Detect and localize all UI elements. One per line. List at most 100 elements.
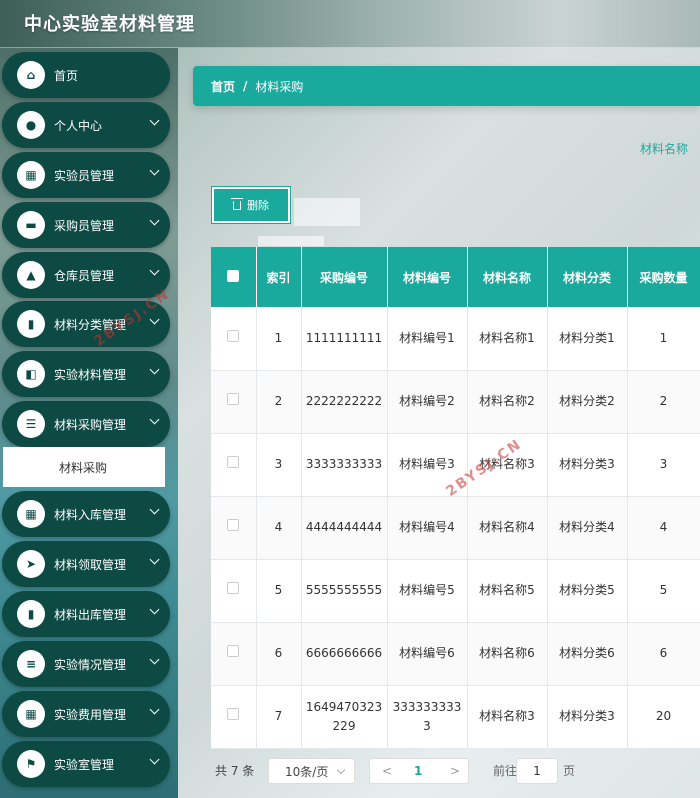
- header-select-all[interactable]: [211, 247, 257, 307]
- chevron-down-icon: [149, 704, 160, 715]
- table-cell: 材料名称4: [467, 496, 548, 560]
- breadcrumb-home[interactable]: 首页: [211, 78, 235, 95]
- header-material-category: 材料分类: [547, 247, 628, 307]
- header-purchase-qty: 采购数量: [627, 247, 700, 307]
- chevron-down-icon: [149, 754, 160, 765]
- row-select-cell[interactable]: [211, 622, 257, 686]
- chevron-down-icon: [149, 165, 160, 176]
- submenu-item-material-purchase[interactable]: 材料采购: [3, 447, 165, 487]
- row-checkbox[interactable]: [227, 393, 240, 405]
- sidebar-item-2[interactable]: ● 个人中心: [2, 102, 170, 148]
- table-cell: 6: [627, 622, 700, 686]
- table-row: 7 1649470323229 3333333333 材料名称3 材料分类3 20: [211, 685, 700, 749]
- page-nav: < 1 >: [369, 758, 469, 784]
- sidebar-item-13[interactable]: ▦ 实验费用管理: [2, 691, 170, 737]
- table-cell: 4: [627, 496, 700, 560]
- row-select-cell[interactable]: [211, 433, 257, 497]
- sidebar-item-4[interactable]: ▬ 采购员管理: [2, 202, 170, 248]
- goto-label: 前往: [493, 764, 518, 778]
- breadcrumb: 首页 / 材料采购: [193, 66, 700, 106]
- table-cell: 材料分类4: [547, 496, 628, 560]
- header-material-no: 材料编号: [387, 247, 468, 307]
- row-select-cell[interactable]: [211, 370, 257, 434]
- table-cell: 5: [627, 559, 700, 623]
- row-select-cell[interactable]: [211, 307, 257, 371]
- sidebar-item-label: 仓库员管理: [54, 268, 115, 283]
- sidebar-item-5[interactable]: ▲ 仓库员管理: [2, 252, 170, 298]
- table-cell: 材料分类3: [547, 433, 628, 497]
- select-all-checkbox[interactable]: [227, 269, 240, 282]
- table-header-row: 索引 采购编号 材料编号 材料名称 材料分类 采购数量: [211, 247, 700, 307]
- ghost-bar: [258, 236, 324, 246]
- sidebar-item-11[interactable]: ▮ 材料出库管理: [2, 591, 170, 637]
- chevron-down-icon: [149, 414, 160, 425]
- next-page-button[interactable]: >: [450, 764, 460, 778]
- table-cell: 材料名称6: [467, 622, 548, 686]
- goto-page-input[interactable]: 1: [516, 758, 558, 784]
- table-cell: 材料分类1: [547, 307, 628, 371]
- sidebar-item-label: 实验情况管理: [54, 657, 127, 672]
- top-header: 中心实验室材料管理: [0, 0, 700, 48]
- table-cell: 4444444444: [301, 496, 388, 560]
- row-checkbox[interactable]: [227, 708, 240, 720]
- table-cell: 材料名称3: [467, 685, 548, 749]
- row-checkbox[interactable]: [227, 456, 240, 468]
- table-cell: 5555555555: [301, 559, 388, 623]
- chevron-down-icon: [149, 364, 160, 375]
- chevron-down-icon: [149, 604, 160, 615]
- table-row: 6 6666666666 材料编号6 材料名称6 材料分类6 6: [211, 622, 700, 686]
- sidebar-item-8[interactable]: ☰ 材料采购管理: [2, 401, 170, 447]
- row-checkbox[interactable]: [227, 519, 240, 531]
- table-cell: 材料编号5: [387, 559, 468, 623]
- table-cell: 4: [256, 496, 302, 560]
- table-cell: 6666666666: [301, 622, 388, 686]
- table-body: 1 1111111111 材料编号1 材料名称1 材料分类1 1 2 2222222222 材料…: [211, 307, 700, 749]
- apps-icon: ▦: [17, 500, 45, 528]
- table-cell: 材料分类3: [547, 685, 628, 749]
- table-cell: 2: [627, 370, 700, 434]
- breadcrumb-separator: /: [243, 79, 248, 93]
- chevron-down-icon: [149, 115, 160, 126]
- table-cell: 7: [256, 685, 302, 749]
- row-checkbox[interactable]: [227, 582, 240, 594]
- table-cell: 材料编号2: [387, 370, 468, 434]
- row-select-cell[interactable]: [211, 559, 257, 623]
- chevron-down-icon: [149, 314, 160, 325]
- table-row: 2 2222222222 材料编号2 材料名称2 材料分类2 2: [211, 370, 700, 434]
- delete-button[interactable]: 删除: [211, 186, 291, 224]
- sidebar-item-3[interactable]: ▦ 实验员管理: [2, 152, 170, 198]
- row-checkbox[interactable]: [227, 329, 240, 342]
- table-cell: 材料编号6: [387, 622, 468, 686]
- sidebar-item-label: 材料领取管理: [54, 557, 127, 572]
- sliders-icon: ≡: [17, 650, 45, 678]
- home-icon: ⌂: [17, 61, 45, 89]
- table-cell: 材料分类6: [547, 622, 628, 686]
- total-count: 共 7 条: [215, 764, 255, 778]
- pagination: 共 7 条 10条/页 < 1 > 前往 1 页: [211, 746, 700, 798]
- sidebar-item-1[interactable]: ⌂ 首页: [2, 52, 170, 98]
- page-size-select[interactable]: 10条/页: [268, 758, 355, 784]
- sidebar-item-label: 个人中心: [54, 118, 103, 133]
- table-cell: 材料名称5: [467, 559, 548, 623]
- row-select-cell[interactable]: [211, 685, 257, 749]
- wallet-icon: ◧: [17, 360, 45, 388]
- page-word: 页: [563, 764, 576, 778]
- sidebar-item-7[interactable]: ◧ 实验材料管理: [2, 351, 170, 397]
- chevron-down-icon: [149, 654, 160, 665]
- row-select-cell[interactable]: [211, 496, 257, 560]
- sidebar-item-10[interactable]: ➤ 材料领取管理: [2, 541, 170, 587]
- current-page[interactable]: 1: [414, 764, 422, 778]
- table-cell: 6: [256, 622, 302, 686]
- chevron-down-icon: [149, 215, 160, 226]
- row-checkbox[interactable]: [227, 645, 240, 657]
- grid-icon: ▦: [17, 700, 45, 728]
- table-cell: 1: [256, 307, 302, 371]
- sidebar-item-label: 材料入库管理: [54, 507, 127, 522]
- sidebar-item-12[interactable]: ≡ 实验情况管理: [2, 641, 170, 687]
- sidebar-item-14[interactable]: ⚑ 实验室管理: [2, 741, 170, 787]
- prev-page-button[interactable]: <: [382, 764, 392, 778]
- sidebar-item-9[interactable]: ▦ 材料入库管理: [2, 491, 170, 537]
- app-title: 中心实验室材料管理: [24, 14, 195, 35]
- table-cell: 2222222222: [301, 370, 388, 434]
- table-cell: 1: [627, 307, 700, 371]
